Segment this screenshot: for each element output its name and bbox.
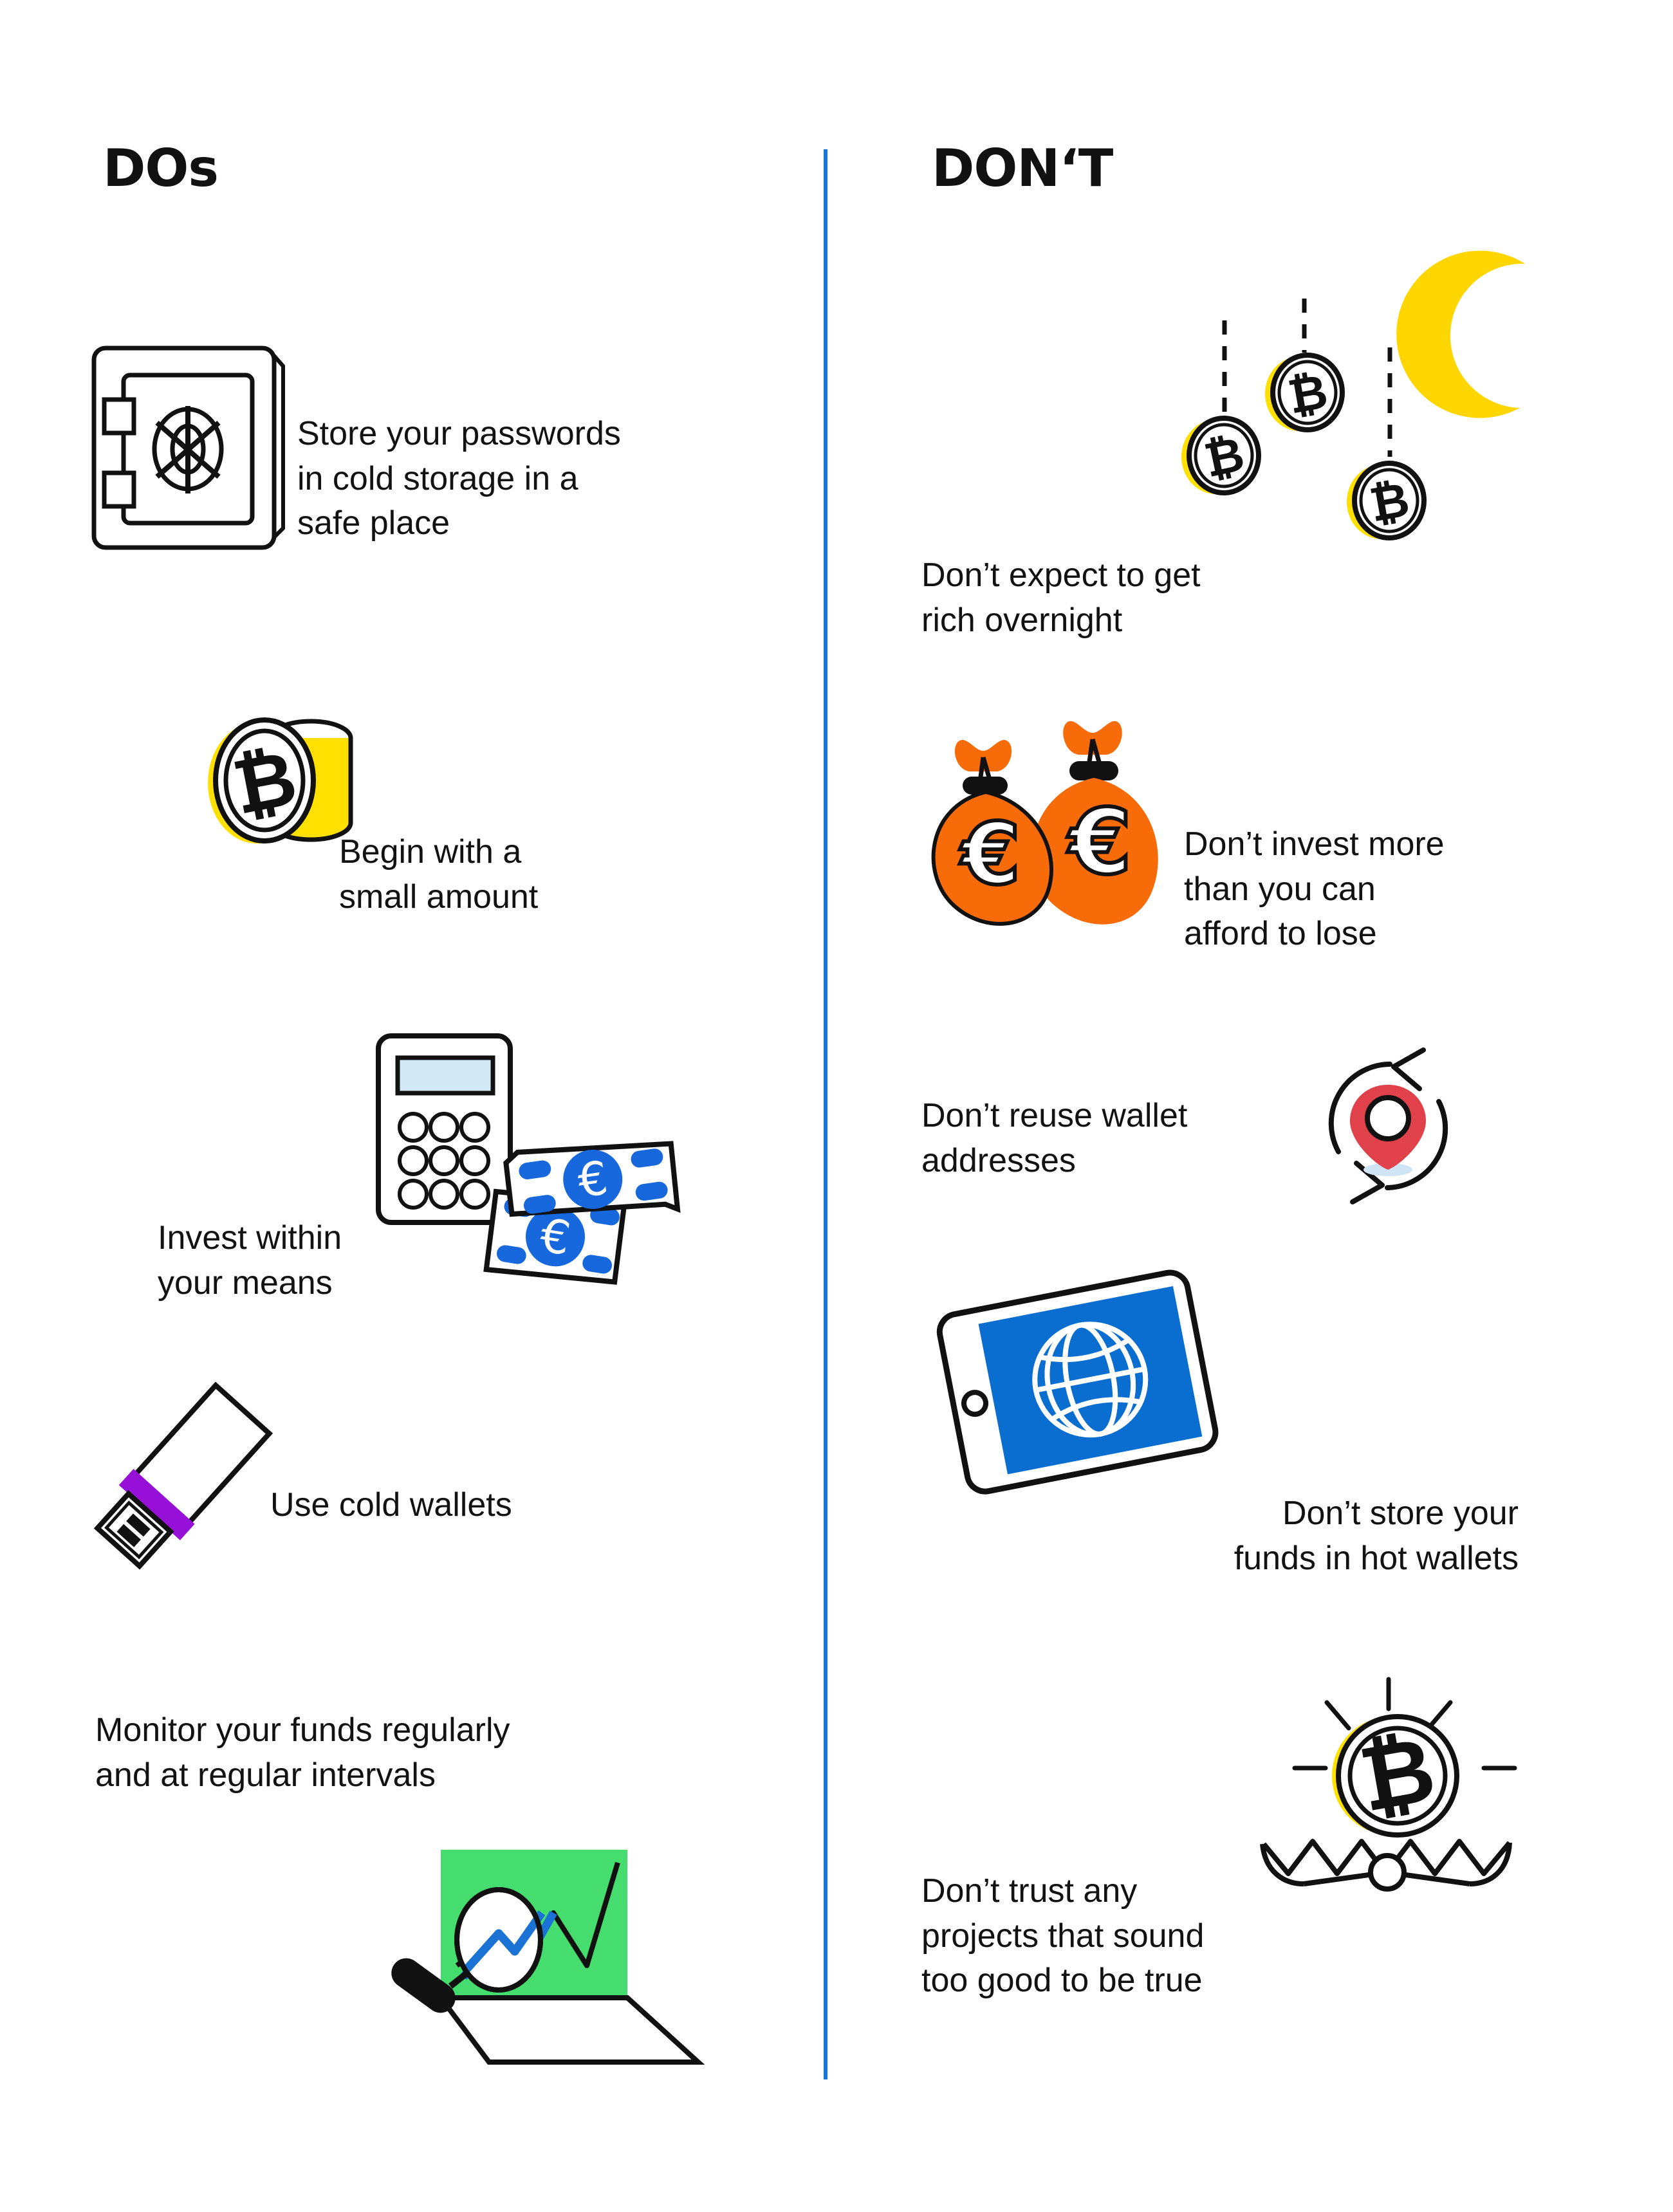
euro-money-bags-icon: € € [931, 711, 1176, 930]
svg-text:€: € [959, 805, 1021, 904]
bitcoin-bear-trap-icon: ₿ [1255, 1666, 1525, 1911]
dont-caption-too-good-to-be-true: Don’t trust any projects that sound too … [921, 1872, 1205, 2000]
svg-text:€: € [1067, 790, 1131, 895]
dos-column-title: DOs [103, 138, 219, 198]
column-divider [824, 149, 827, 2079]
dont-caption-rich-overnight: Don’t expect to get rich overnight [921, 557, 1201, 639]
dont-caption-hot-wallets: Don’t store your funds in hot wallets [1234, 1495, 1519, 1577]
do-caption-invest-within-means: Invest within your means [158, 1219, 342, 1302]
tablet-globe-icon [936, 1269, 1219, 1495]
do-caption-store-passwords: Store your passwords in cold storage in … [297, 415, 621, 542]
dont-caption-invest-more: Don’t invest more than you can afford to… [1184, 825, 1445, 953]
dont-caption-reuse-addresses: Don’t reuse wallet addresses [921, 1097, 1188, 1179]
do-caption-monitor-funds: Monitor your funds regularly and at regu… [95, 1711, 510, 1794]
laptop-chart-magnifier-icon [360, 1837, 708, 2094]
location-pin-refresh-icon [1313, 1042, 1461, 1210]
infographic-page: DOs DON‘T Store your passwords in cold s… [0, 0, 1673, 2212]
do-caption-cold-wallets: Use cold wallets [270, 1486, 512, 1524]
do-caption-begin-small: Begin with a small amount [339, 833, 539, 916]
safe-icon [90, 344, 296, 557]
falling-bitcoins-moon-icon: ₿ ₿ ₿ [1145, 244, 1531, 547]
usb-drive-icon [90, 1377, 283, 1570]
calculator-banknotes-icon: € € [373, 1029, 695, 1300]
dont-column-title: DON‘T [932, 138, 1113, 198]
